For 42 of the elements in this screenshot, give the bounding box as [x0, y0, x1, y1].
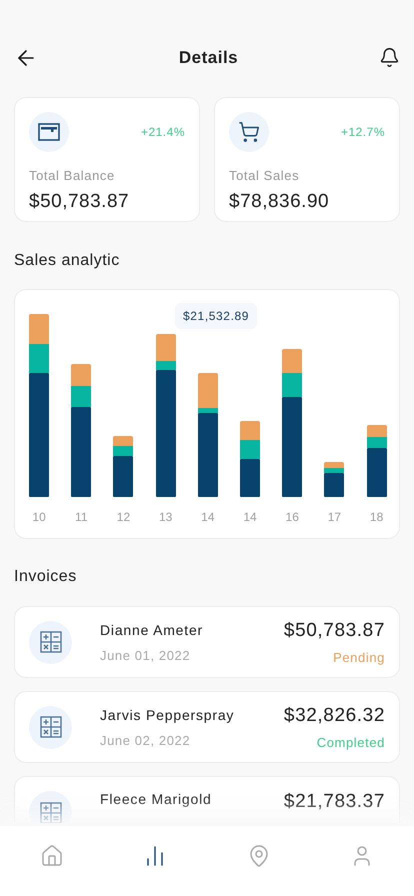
home-icon [40, 844, 64, 868]
invoice-name: Jarvis Pepperspray [100, 706, 236, 722]
calculator-icon [40, 802, 62, 823]
notification-button[interactable] [379, 47, 400, 68]
change-percent: +21.4% [140, 125, 185, 139]
axis-label: 12 [116, 510, 130, 524]
stat-value: $50,783.87 [29, 191, 130, 213]
invoice-name: Fleece Marigold [100, 791, 213, 807]
change-percent: +12.7% [340, 125, 385, 139]
cart-icon [238, 121, 260, 143]
value-tooltip: $21,532.89 [175, 303, 258, 329]
calculator-icon [40, 716, 62, 738]
calculator-icon [40, 631, 62, 653]
invoice-card[interactable]: Jarvis Pepperspray June 02, 2022 $32,826.32 Completed [14, 691, 400, 763]
invoice-amount: $21,783.37 [284, 791, 385, 813]
section-title: Invoices [14, 568, 78, 586]
invoice-amount: $50,783.87 [284, 620, 385, 642]
stacked-bar [366, 425, 387, 497]
section-title: Sales analytic [14, 252, 121, 270]
stat-value: $78,836.90 [229, 191, 330, 213]
invoice-amount: $32,826.32 [284, 704, 385, 726]
axis-label: 17 [328, 510, 342, 524]
invoice-card[interactable]: Fleece Marigold $21,783.37 [14, 776, 400, 823]
axis-label: 11 [75, 510, 88, 524]
axis-label: 14 [201, 510, 215, 524]
invoice-name: Dianne Ameter [100, 622, 204, 638]
stacked-bar [324, 462, 344, 497]
invoice-card[interactable]: Dianne Ameter June 01, 2022 $50,783.87 Pending [14, 606, 400, 678]
invoice-status: Completed [316, 734, 385, 750]
axis-label: 10 [32, 510, 46, 524]
invoice-status: Pending [333, 650, 385, 664]
invoice-date: June 01, 2022 [100, 648, 192, 662]
axis-label: 16 [286, 510, 299, 524]
page-title: Details [178, 48, 238, 68]
invoice-date: June 02, 2022 [100, 732, 192, 748]
stacked-bar [113, 436, 134, 497]
stat-label: Total Balance [29, 168, 116, 183]
axis-label: 18 [370, 510, 384, 524]
axis-label: 14 [243, 510, 257, 524]
card-icon [38, 123, 60, 141]
stat-label: Total Sales [229, 168, 300, 183]
axis-label: 13 [158, 510, 172, 524]
